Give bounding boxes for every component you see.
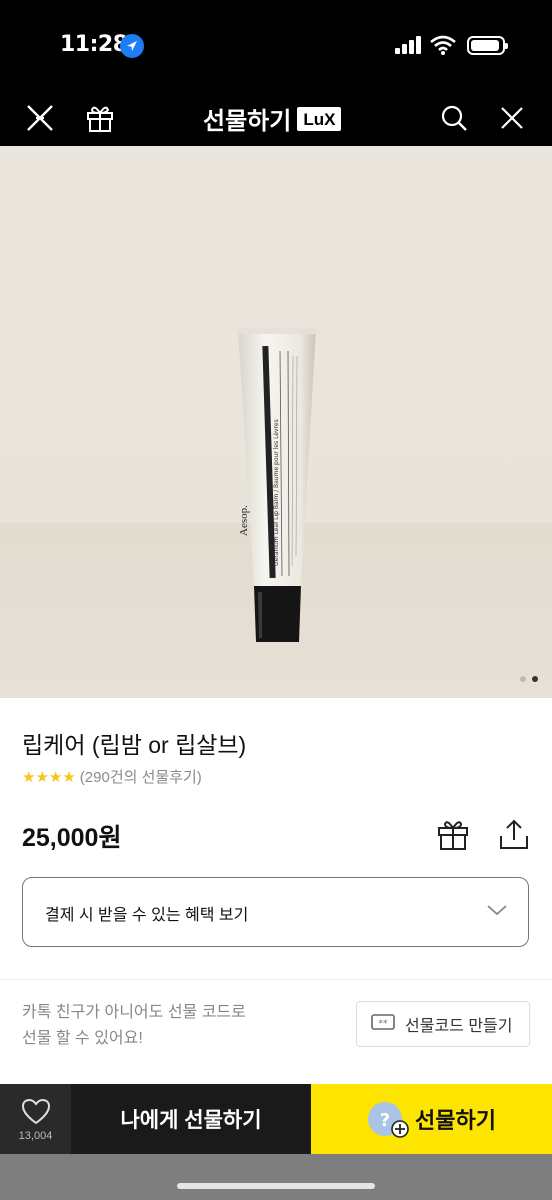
home-indicator-area: [0, 1154, 552, 1200]
home-indicator[interactable]: [177, 1183, 375, 1189]
product-name: 립케어 (립밤 or 립살브): [22, 732, 247, 758]
tube-brand-label: Aesop.: [238, 505, 250, 536]
bottom-action-bar: 13,004 나에게 선물하기 ? 선물하기: [0, 1084, 552, 1154]
status-bar: 11:28: [0, 0, 552, 90]
lux-badge: LuX: [297, 106, 342, 131]
gift-code-line2: 선물 할 수 있어요!: [22, 1030, 143, 1047]
share-icon[interactable]: [496, 816, 532, 854]
product-image[interactable]: Aesop. Geranium Leaf Lip Balm / Baume po…: [0, 146, 552, 698]
gift-wrap-icon[interactable]: [434, 816, 472, 854]
header-title: 선물하기 LuX: [203, 101, 342, 136]
gift-button[interactable]: ? 선물하기: [311, 1084, 552, 1154]
gift-code-line1: 카톡 친구가 아니어도 선물 코드로: [22, 1004, 246, 1021]
tube-description: Geranium Leaf Lip Balm / Baume pour les …: [273, 419, 280, 566]
svg-text:**: **: [379, 1019, 389, 1029]
battery-icon: [467, 36, 508, 55]
benefit-dropdown[interactable]: 결제 시 받을 수 있는 혜택 보기: [22, 877, 529, 947]
slide-indicator: [520, 676, 538, 682]
slide-dot[interactable]: [520, 676, 526, 682]
gift-code-description: 카톡 친구가 아니어도 선물 코드로 선물 할 수 있어요!: [22, 1000, 322, 1052]
create-gift-code-label: 선물코드 만들기: [405, 1018, 513, 1035]
slide-dot-active[interactable]: [532, 676, 538, 682]
gift-button-label: 선물하기: [415, 1108, 496, 1133]
gift-to-self-button[interactable]: 나에게 선물하기: [71, 1084, 311, 1154]
review-count[interactable]: (290건의 선물후기): [80, 766, 202, 787]
product-price: 25,000원: [22, 824, 122, 852]
header-title-text: 선물하기: [203, 108, 292, 135]
rating[interactable]: ★★★★ (290건의 선물후기): [22, 766, 202, 787]
collapse-icon[interactable]: [22, 100, 58, 136]
create-gift-code-button[interactable]: ** 선물코드 만들기: [356, 1001, 530, 1047]
app-header: 선물하기 LuX: [0, 90, 552, 146]
divider: [0, 979, 552, 980]
gift-code-icon: **: [371, 1013, 395, 1035]
signal-icon: [395, 36, 421, 54]
wish-count: 13,004: [18, 1130, 53, 1142]
friend-add-icon: ?: [367, 1099, 409, 1139]
star-rating-icon: ★★★★: [22, 767, 76, 786]
product-content: 립케어 (립밤 or 립살브) ★★★★ (290건의 선물후기) 25,000…: [0, 698, 552, 1084]
chevron-down-icon: [486, 902, 508, 918]
wifi-icon: [430, 35, 456, 55]
location-icon: [120, 34, 144, 58]
search-icon[interactable]: [436, 100, 472, 136]
svg-text:?: ?: [380, 1110, 390, 1131]
status-time: 11:28: [60, 32, 128, 57]
wish-button[interactable]: 13,004: [0, 1084, 71, 1154]
gift-icon[interactable]: [82, 100, 118, 136]
close-icon[interactable]: [494, 100, 530, 136]
benefit-label: 결제 시 받을 수 있는 혜택 보기: [45, 907, 249, 924]
heart-icon: [21, 1098, 51, 1126]
